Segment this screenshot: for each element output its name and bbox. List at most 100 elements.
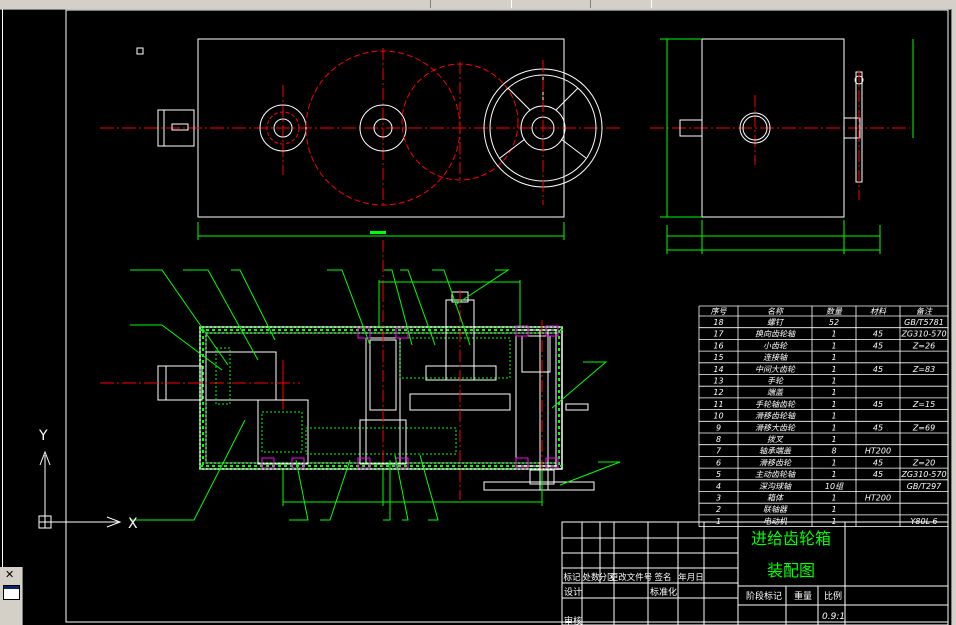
bom-cell-note: GB/T5781 <box>904 318 944 327</box>
title-block-header-cell: 更改文件号 <box>610 572 653 583</box>
side-view <box>650 38 914 254</box>
bom-cell-no: 4 <box>716 482 721 491</box>
bom-cell-qty: 1 <box>831 458 836 467</box>
scale-value: 0.9:1 <box>822 612 845 622</box>
command-panel[interactable]: ✕ <box>0 567 23 625</box>
bom-header-cell: 序号 <box>711 307 728 316</box>
bom-cell-no: 5 <box>716 470 721 479</box>
vertical-scrollbar[interactable] <box>951 9 956 625</box>
drawing-title: 进给齿轮箱 <box>751 529 831 548</box>
toolbar-segment[interactable] <box>590 0 652 8</box>
title-block-headers: 标记 处数分区更改文件号 签名 年月日 <box>563 572 703 583</box>
front-view <box>100 38 620 290</box>
bom-cell-qty: 1 <box>831 400 836 409</box>
toolbar-segment[interactable] <box>430 0 512 8</box>
scale-label: 比例 <box>824 590 842 602</box>
section-view <box>100 269 621 521</box>
bom-table: 序号 名称 数量 材料 备注18 螺钉 52 GB/T578117 换向齿轮轴 1 45 ZG310-… <box>698 305 949 527</box>
bom-cell-no: 6 <box>716 458 721 467</box>
bom-cell-qty: 1 <box>831 330 836 339</box>
bom-cell-qty: 1 <box>831 423 836 432</box>
bom-cell-qty: 52 <box>829 318 839 327</box>
bom-cell-note: ZG310-570 <box>900 470 946 479</box>
title-block-header-cell: 标记 <box>563 572 581 583</box>
bom-header-cell: 备注 <box>916 307 933 316</box>
window-icon[interactable] <box>3 585 20 600</box>
bom-cell-name: 中间大齿轮 <box>755 365 796 374</box>
bom-cell-no: 15 <box>713 353 723 362</box>
bom-cell-name: 主动齿轮轴 <box>755 470 796 479</box>
bom-cell-name: 拨叉 <box>767 435 784 444</box>
bom-cell-note: ZG310-570 <box>900 330 946 339</box>
standard-label: 标准化 <box>650 586 677 598</box>
bom-cell-qty: 1 <box>831 341 836 350</box>
bom-cell-qty: 1 <box>831 494 836 503</box>
bom-cell-name: 滑移齿轮轴 <box>755 412 796 421</box>
cad-drawing-canvas[interactable]: Y X 序号 名称 数量 材料 备注18 螺钉 52 GB/T578117 换向齿轮轴 1 45 ZG… <box>0 9 951 625</box>
bom-cell-name: 联轴器 <box>763 505 788 514</box>
title-block-header-cell: 处数 <box>582 572 600 583</box>
bom-cell-material: 45 <box>873 365 883 374</box>
stage-label: 阶段标记 <box>746 590 782 602</box>
review-label: 审核 <box>564 615 582 625</box>
bom-cell-material: 45 <box>873 423 883 432</box>
bom-cell-no: 8 <box>716 435 721 444</box>
bom-cell-note: Y80L-6 <box>911 517 938 526</box>
bom-cell-no: 3 <box>716 494 721 503</box>
bom-cell-qty: 1 <box>831 435 836 444</box>
bom-cell-material: 45 <box>873 400 883 409</box>
bom-cell-no: 16 <box>713 341 723 350</box>
bom-header-cell: 名称 <box>767 307 785 316</box>
bom-cell-material: HT200 <box>865 447 891 456</box>
bom-cell-qty: 10组 <box>825 482 844 491</box>
bom-cell-note: Z=26 <box>912 341 935 350</box>
bom-cell-no: 10 <box>713 412 723 421</box>
drawing-subtitle: 装配图 <box>767 561 815 580</box>
bom-cell-name: 滑移大齿轮 <box>755 423 796 432</box>
ucs-icon <box>38 450 122 529</box>
bom-cell-no: 14 <box>713 365 723 374</box>
bom-cell-no: 9 <box>716 423 721 432</box>
bom-cell-no: 7 <box>716 447 722 456</box>
bom-cell-material: 45 <box>873 330 883 339</box>
bom-cell-name: 小齿轮 <box>763 341 788 350</box>
bom-cell-name: 连接轴 <box>763 353 788 362</box>
bom-cell-note: Z=15 <box>912 400 935 409</box>
bom-cell-name: 电动机 <box>763 517 788 526</box>
close-icon[interactable]: ✕ <box>5 568 14 581</box>
bom-cell-name: 螺钉 <box>767 318 785 327</box>
bom-cell-name: 箱体 <box>767 494 784 503</box>
bom-cell-note: Z=83 <box>912 365 935 374</box>
bom-cell-note: GB/T297 <box>907 482 942 491</box>
bom-cell-name: 换向齿轮轴 <box>755 330 796 339</box>
bom-cell-no: 18 <box>713 318 723 327</box>
bom-cell-no: 11 <box>713 400 723 409</box>
bom-cell-no: 1 <box>716 517 721 526</box>
design-label: 设计 <box>564 586 582 598</box>
bom-cell-name: 端盖 <box>767 388 784 397</box>
bom-cell-material: HT200 <box>865 494 891 503</box>
bom-cell-name: 轴承端盖 <box>759 447 792 456</box>
bom-cell-name: 深沟球轴 <box>759 482 792 491</box>
bom-cell-qty: 1 <box>831 505 836 514</box>
bom-cell-note: Z=69 <box>912 423 935 432</box>
bom-cell-name: 手轮轴齿轮 <box>755 400 796 409</box>
bom-cell-qty: 1 <box>831 365 836 374</box>
bom-cell-qty: 8 <box>831 447 836 456</box>
outer-border-left <box>2 9 3 625</box>
bom-cell-name: 手轮 <box>767 377 784 386</box>
bom-cell-qty: 1 <box>831 353 836 362</box>
bom-cell-qty: 1 <box>831 388 836 397</box>
bom-cell-material: 45 <box>873 470 883 479</box>
pickbox <box>136 47 144 55</box>
bom-header-cell: 数量 <box>826 307 843 316</box>
bom-cell-no: 12 <box>713 388 723 397</box>
bom-cell-qty: 1 <box>831 377 836 386</box>
bom-cell-no: 17 <box>713 330 724 339</box>
bom-cell-qty: 1 <box>831 517 836 526</box>
weight-label: 重量 <box>794 590 812 602</box>
bom-cell-no: 13 <box>713 377 723 386</box>
bom-header-cell: 材料 <box>870 307 887 316</box>
title-block-header-cell: 签名 <box>654 572 671 583</box>
ucs-x-label: X <box>128 516 138 532</box>
